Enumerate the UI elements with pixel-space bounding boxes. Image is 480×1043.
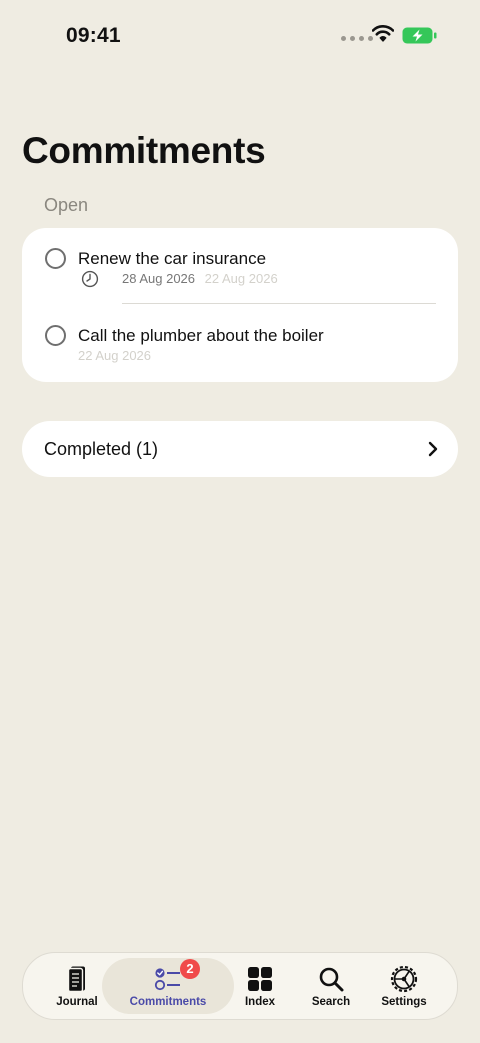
tab-label: Index	[244, 996, 276, 1008]
task-created-date: 22 Aug 2026	[204, 271, 278, 286]
tab-bar: Journal 2 Commitments Index Search Setti…	[22, 952, 458, 1020]
task-dates: 28 Aug 2026 22 Aug 2026	[122, 271, 278, 286]
task-row[interactable]: Renew the car insurance 28 Aug 2026 22 A…	[22, 228, 458, 304]
status-bar: 09:41	[0, 0, 480, 70]
task-due-date: 28 Aug 2026	[122, 271, 196, 286]
gear-icon	[390, 965, 418, 993]
open-tasks-card: Renew the car insurance 28 Aug 2026 22 A…	[22, 228, 458, 382]
grid-icon	[248, 967, 272, 991]
tab-index[interactable]: Index	[228, 953, 292, 1019]
battery-charging-icon	[402, 27, 437, 44]
tab-settings[interactable]: Settings	[369, 953, 439, 1019]
completed-section-row[interactable]: Completed (1)	[22, 421, 458, 477]
task-title: Call the plumber about the boiler	[78, 326, 324, 345]
tab-label: Search	[311, 996, 351, 1008]
status-time: 09:41	[66, 24, 121, 47]
cellular-signal-icon	[341, 36, 373, 41]
task-checkbox[interactable]	[45, 325, 66, 346]
completed-label: Completed (1)	[44, 439, 159, 459]
open-section-label: Open	[44, 195, 89, 215]
wifi-icon	[372, 25, 394, 42]
clock-icon	[81, 270, 99, 288]
task-row[interactable]: Call the plumber about the boiler 22 Aug…	[22, 304, 458, 382]
task-title: Renew the car insurance	[78, 249, 267, 268]
tab-label: Settings	[381, 996, 427, 1008]
search-icon	[319, 967, 344, 992]
commitments-icon	[154, 968, 180, 991]
task-checkbox[interactable]	[45, 248, 66, 269]
chevron-right-icon	[428, 441, 438, 457]
tab-search[interactable]: Search	[299, 953, 363, 1019]
journal-icon	[67, 966, 85, 993]
task-dates: 22 Aug 2026	[78, 348, 151, 363]
tab-commitments[interactable]: 2 Commitments	[102, 953, 234, 1019]
task-created-date: 22 Aug 2026	[78, 348, 152, 363]
notification-badge: 2	[180, 959, 200, 979]
tab-label: Commitments	[129, 996, 207, 1008]
page-title: Commitments	[22, 130, 266, 171]
